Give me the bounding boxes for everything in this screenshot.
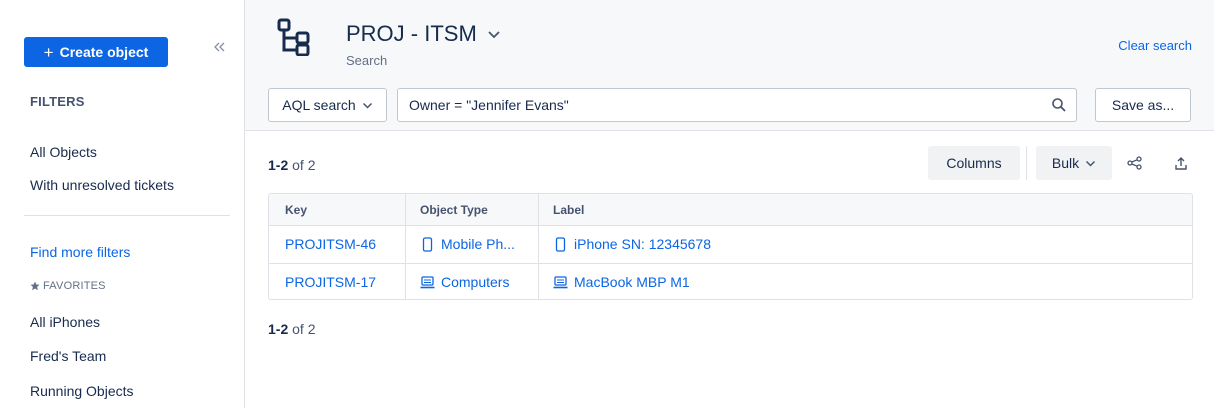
- results-total: of 2: [292, 321, 316, 337]
- aql-query-text: Owner = "Jennifer Evans": [409, 97, 569, 113]
- results-count: 1-2 of 2: [268, 157, 315, 173]
- share-icon: [1127, 156, 1142, 170]
- clear-search-link[interactable]: Clear search: [1118, 38, 1192, 53]
- row-key-link[interactable]: PROJITSM-46: [285, 236, 376, 252]
- chevron-down-icon: [362, 102, 372, 109]
- results-total: of 2: [292, 157, 316, 173]
- laptop-icon: [420, 275, 435, 288]
- mobile-phone-icon: [555, 236, 566, 252]
- star-icon: [30, 281, 40, 291]
- project-title: PROJ - ITSM: [346, 21, 477, 46]
- bulk-dropdown[interactable]: Bulk: [1036, 146, 1112, 180]
- upload-icon: [1175, 156, 1187, 170]
- search-header: PROJ - ITSM Search Clear search AQL sear…: [245, 0, 1214, 131]
- mobile-phone-icon: [422, 236, 433, 252]
- project-selector[interactable]: PROJ - ITSM: [346, 21, 501, 47]
- bulk-label: Bulk: [1051, 155, 1080, 171]
- favorite-all-iphones[interactable]: All iPhones: [30, 314, 100, 330]
- chevron-down-icon: [488, 30, 500, 38]
- column-divider: [538, 194, 539, 299]
- collapse-sidebar-icon[interactable]: [208, 36, 230, 58]
- sidebar-divider: [24, 215, 230, 216]
- aql-search-input[interactable]: Owner = "Jennifer Evans": [397, 88, 1077, 122]
- row-object-type-link[interactable]: Computers: [420, 274, 509, 290]
- favorite-running-objects[interactable]: Running Objects: [30, 383, 134, 399]
- column-header-object-type[interactable]: Object Type: [420, 203, 488, 217]
- results-range: 1-2: [268, 157, 289, 173]
- filters-heading: FILTERS: [30, 94, 85, 109]
- row-object-type-label: Mobile Ph...: [441, 236, 515, 252]
- share-button[interactable]: [1120, 146, 1150, 180]
- find-more-filters-link[interactable]: Find more filters: [30, 244, 130, 260]
- row-label-link[interactable]: iPhone SN: 12345678: [553, 236, 711, 252]
- save-as-button[interactable]: Save as...: [1095, 88, 1191, 122]
- favorites-heading: FAVORITES: [30, 280, 106, 292]
- column-divider: [405, 194, 406, 299]
- create-object-button[interactable]: + Create object: [24, 37, 168, 67]
- laptop-icon: [553, 275, 568, 288]
- chevron-down-icon: [1086, 160, 1096, 167]
- toolbar-divider: [1026, 146, 1027, 180]
- search-icon[interactable]: [1050, 96, 1068, 114]
- column-header-label[interactable]: Label: [553, 203, 584, 217]
- row-key-link[interactable]: PROJITSM-17: [285, 274, 376, 290]
- aql-search-label: AQL search: [282, 97, 356, 113]
- favorite-freds-team[interactable]: Fred's Team: [30, 348, 106, 364]
- export-button[interactable]: [1166, 146, 1196, 180]
- favorites-heading-label: FAVORITES: [43, 280, 106, 292]
- results-range: 1-2: [268, 321, 289, 337]
- plus-icon: +: [43, 42, 54, 62]
- row-label-text: iPhone SN: 12345678: [574, 236, 711, 252]
- filter-unresolved-tickets[interactable]: With unresolved tickets: [30, 177, 174, 193]
- aql-search-dropdown[interactable]: AQL search: [268, 88, 387, 122]
- filter-all-objects[interactable]: All Objects: [30, 144, 97, 160]
- results-table: Key Object Type Label PROJITSM-46 Mobile…: [268, 193, 1193, 300]
- table-header: Key Object Type Label: [269, 194, 1192, 226]
- column-header-key[interactable]: Key: [285, 203, 307, 217]
- page-subtitle: Search: [346, 53, 388, 68]
- row-object-type-label: Computers: [441, 274, 510, 290]
- sidebar: + Create object FILTERS All Objects With…: [0, 0, 245, 408]
- columns-button[interactable]: Columns: [928, 146, 1020, 180]
- results-count-footer: 1-2 of 2: [268, 321, 315, 337]
- table-row[interactable]: PROJITSM-46 Mobile Ph... iPhone SN: 1234…: [269, 226, 1192, 264]
- create-object-label: Create object: [59, 44, 149, 60]
- row-object-type-link[interactable]: Mobile Ph...: [420, 236, 515, 252]
- row-label-link[interactable]: MacBook MBP M1: [553, 274, 690, 290]
- table-row[interactable]: PROJITSM-17 Computers MacBook MBP M1: [269, 264, 1192, 299]
- row-label-text: MacBook MBP M1: [574, 274, 690, 290]
- hierarchy-icon: [277, 18, 310, 56]
